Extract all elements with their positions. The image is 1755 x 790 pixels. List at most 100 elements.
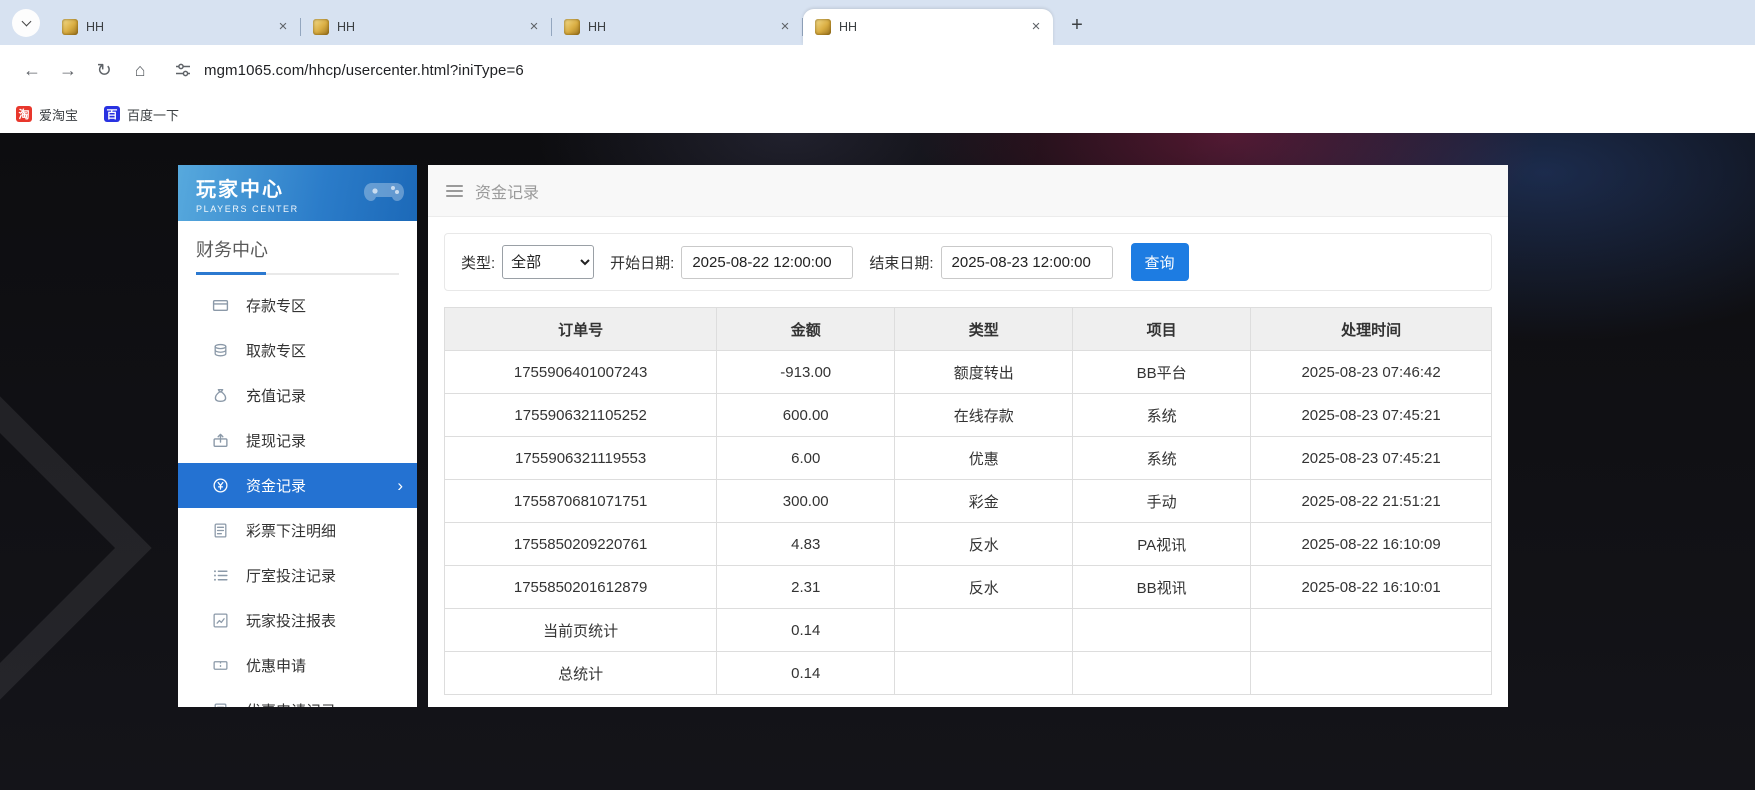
cell-amount: 2.31: [717, 566, 895, 609]
reload-button[interactable]: ↻: [86, 52, 122, 88]
tab-close-icon[interactable]: ×: [776, 18, 794, 36]
col-type: 类型: [895, 308, 1073, 351]
bookmark-baidu[interactable]: 百 百度一下: [104, 105, 179, 124]
sidebar-section-finance: 财务中心: [178, 221, 417, 275]
sidebar-item-withdrawal-records[interactable]: 提现记录: [178, 418, 417, 463]
sidebar-item-withdraw-zone[interactable]: 取款专区: [178, 328, 417, 373]
cell-type: 优惠: [895, 437, 1073, 480]
cell-item: [1073, 609, 1251, 652]
cell-time: 2025-08-22 16:10:01: [1251, 566, 1492, 609]
browser-toolbar: ← → ↻ ⌂ mgm1065.com/hhcp/usercenter.html…: [0, 45, 1755, 95]
back-button[interactable]: ←: [14, 52, 50, 88]
page-viewport: 玩家中心 PLAYERS CENTER 财务中心: [0, 133, 1755, 790]
cell-time: 2025-08-22 21:51:21: [1251, 480, 1492, 523]
cell-type: [895, 609, 1073, 652]
cell-order-id: 1755906321105252: [445, 394, 717, 437]
site-info-icon[interactable]: [174, 61, 192, 79]
sidebar-item-hall-bet-records[interactable]: 厅室投注记录: [178, 553, 417, 598]
tab-title: HH: [337, 20, 517, 34]
bookmarks-bar: 淘 爱淘宝 百 百度一下: [0, 95, 1755, 133]
tab-search-button[interactable]: [12, 9, 40, 37]
list-icon: [212, 567, 229, 584]
query-button[interactable]: 查询: [1131, 243, 1189, 281]
home-button[interactable]: ⌂: [122, 52, 158, 88]
cell-summary-label: 当前页统计: [445, 609, 717, 652]
tab-strip: HH × HH × HH × HH × +: [0, 0, 1755, 45]
money-bag-icon: [212, 387, 229, 404]
cell-type: 在线存款: [895, 394, 1073, 437]
bookmark-taobao[interactable]: 淘 爱淘宝: [16, 105, 78, 124]
cell-order-id: 1755906321119553: [445, 437, 717, 480]
ticket-icon: [212, 657, 229, 674]
baidu-icon: 百: [104, 106, 120, 122]
sidebar-item-label: 提现记录: [246, 430, 306, 451]
sidebar-item-recharge-records[interactable]: 充值记录: [178, 373, 417, 418]
tab-title: HH: [588, 20, 768, 34]
hamburger-icon: [446, 185, 463, 197]
sidebar-item-label: 优惠申请: [246, 655, 306, 676]
cell-type: 额度转出: [895, 351, 1073, 394]
site-favicon: [815, 19, 831, 35]
sidebar-item-funds-records[interactable]: 资金记录 ›: [178, 463, 417, 508]
tab-title: HH: [86, 20, 266, 34]
cell-item: [1073, 652, 1251, 695]
cell-time: 2025-08-22 16:10:09: [1251, 523, 1492, 566]
sidebar-header: 玩家中心 PLAYERS CENTER: [178, 165, 417, 221]
cell-type: 反水: [895, 566, 1073, 609]
cell-item: BB平台: [1073, 351, 1251, 394]
start-date-label: 开始日期:: [610, 252, 674, 273]
sidebar-item-label: 彩票下注明细: [246, 520, 336, 541]
cell-amount: 0.14: [717, 652, 895, 695]
cell-order-id: 1755906401007243: [445, 351, 717, 394]
type-select[interactable]: 全部: [502, 245, 594, 279]
address-bar-url[interactable]: mgm1065.com/hhcp/usercenter.html?iniType…: [204, 62, 524, 79]
col-amount: 金额: [717, 308, 895, 351]
tab-close-icon[interactable]: ×: [274, 18, 292, 36]
cell-item: BB视讯: [1073, 566, 1251, 609]
bookmark-label: 爱淘宝: [39, 105, 78, 124]
browser-tab[interactable]: HH ×: [50, 9, 300, 45]
section-label: 财务中心: [196, 240, 268, 260]
coins-icon: [212, 342, 229, 359]
sidebar-item-deposit-zone[interactable]: 存款专区: [178, 283, 417, 328]
sidebar-item-player-bet-report[interactable]: 玩家投注报表: [178, 598, 417, 643]
main-panel: 资金记录 类型: 全部 开始日期: 结束日期: 查询: [428, 165, 1508, 707]
cell-item: 手动: [1073, 480, 1251, 523]
table-row: 1755850209220761 4.83 反水 PA视讯 2025-08-22…: [445, 523, 1492, 566]
bookmark-label: 百度一下: [127, 105, 179, 124]
chart-icon: [212, 612, 229, 629]
tab-close-icon[interactable]: ×: [1027, 18, 1045, 36]
cell-amount: 4.83: [717, 523, 895, 566]
cell-time: [1251, 609, 1492, 652]
cell-amount: 6.00: [717, 437, 895, 480]
sidebar-item-label: 厅室投注记录: [246, 565, 336, 586]
table-row-total-summary: 总统计 0.14: [445, 652, 1492, 695]
sidebar-item-promo-application-records[interactable]: 优惠申请记录: [178, 688, 417, 707]
cell-amount: -913.00: [717, 351, 895, 394]
tab-close-icon[interactable]: ×: [525, 18, 543, 36]
browser-tab[interactable]: HH ×: [301, 9, 551, 45]
cell-amount: 300.00: [717, 480, 895, 523]
browser-tab-active[interactable]: HH ×: [803, 9, 1053, 45]
browser-tab[interactable]: HH ×: [552, 9, 802, 45]
cell-item: 系统: [1073, 394, 1251, 437]
page-header: 资金记录: [428, 165, 1508, 217]
sidebar-item-lottery-bet-details[interactable]: 彩票下注明细: [178, 508, 417, 553]
new-tab-button[interactable]: +: [1063, 11, 1091, 39]
table-row-page-summary: 当前页统计 0.14: [445, 609, 1492, 652]
forward-button[interactable]: →: [50, 52, 86, 88]
chevron-right-icon: ›: [397, 476, 403, 496]
cell-amount: 600.00: [717, 394, 895, 437]
table-row: 1755906321119553 6.00 优惠 系统 2025-08-23 0…: [445, 437, 1492, 480]
start-date-input[interactable]: [681, 246, 853, 279]
sidebar-item-promo-application[interactable]: 优惠申请: [178, 643, 417, 688]
coin-icon: [212, 477, 229, 494]
end-date-input[interactable]: [941, 246, 1113, 279]
sidebar-item-label: 取款专区: [246, 340, 306, 361]
cell-type: [895, 652, 1073, 695]
sidebar-item-label: 存款专区: [246, 295, 306, 316]
sidebar-item-label: 玩家投注报表: [246, 610, 336, 631]
table-header-row: 订单号 金额 类型 项目 处理时间: [445, 308, 1492, 351]
section-underline: [196, 273, 399, 275]
browser-window: HH × HH × HH × HH × + ← → ↻ ⌂: [0, 0, 1755, 790]
